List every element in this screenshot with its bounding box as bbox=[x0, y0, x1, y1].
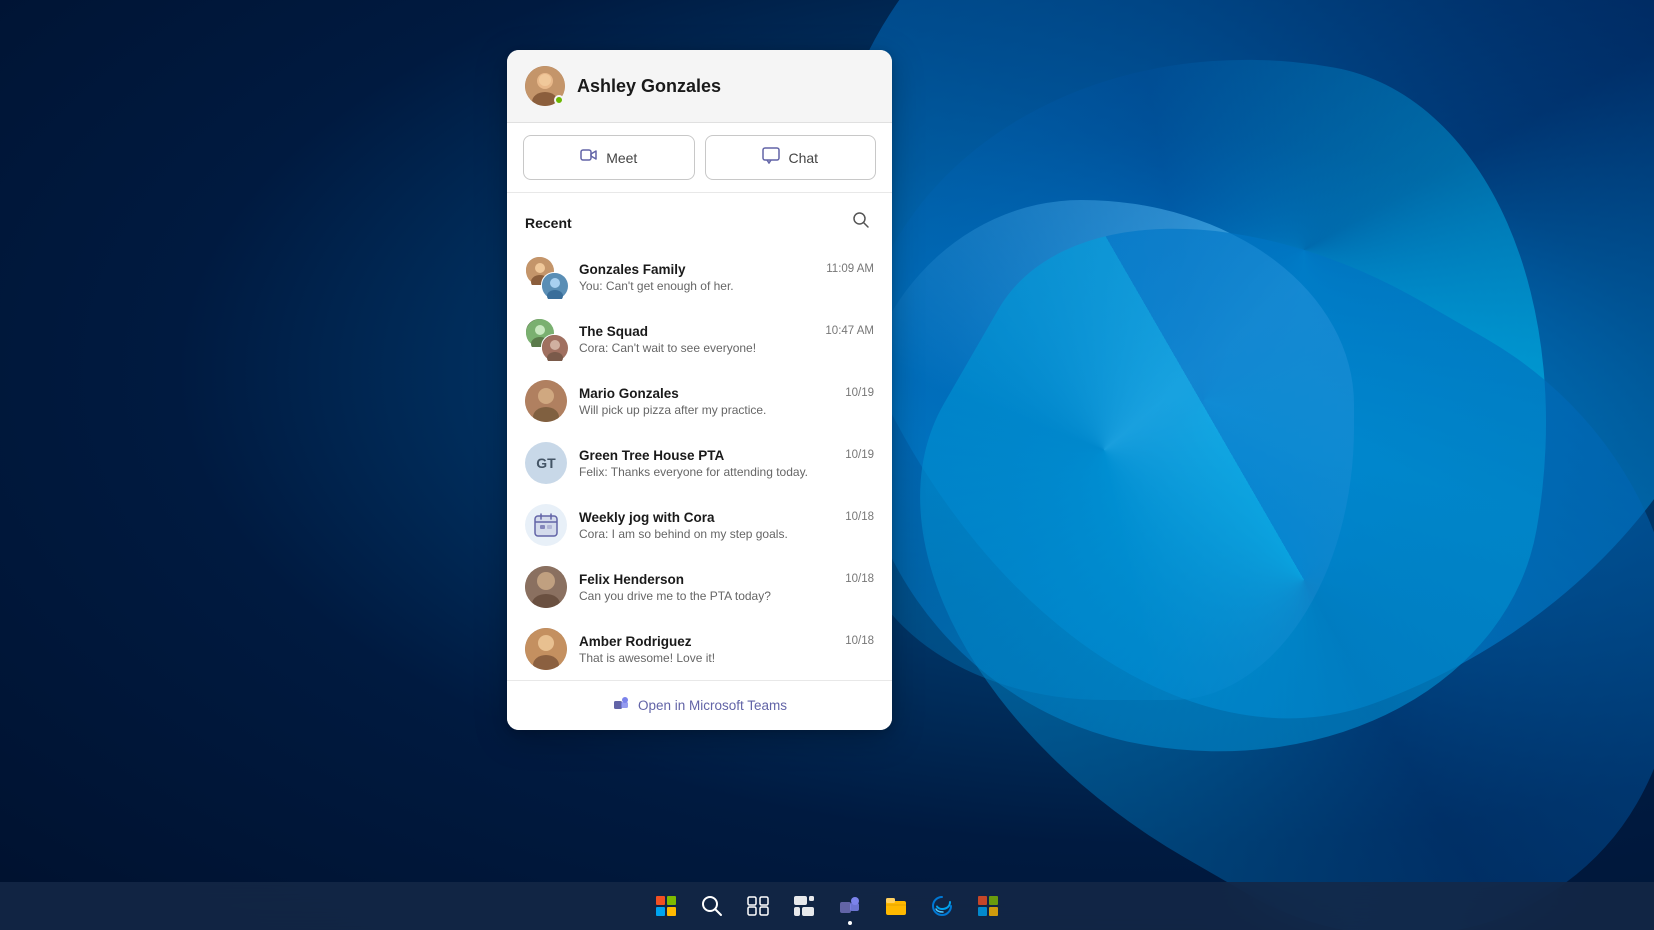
teams-logo-icon bbox=[612, 695, 630, 716]
calendar-avatar-jog bbox=[525, 504, 567, 546]
chat-time: 10/19 bbox=[845, 387, 874, 399]
group-avatar-the-squad bbox=[525, 318, 567, 360]
widgets-icon[interactable] bbox=[782, 884, 826, 928]
meet-button[interactable]: Meet bbox=[523, 135, 695, 180]
chat-content-pta: Green Tree House PTA 10/19 Felix: Thanks… bbox=[579, 448, 874, 479]
list-item[interactable]: Amber Rodriguez 10/18 That is awesome! L… bbox=[507, 618, 892, 680]
chat-content-felix: Felix Henderson 10/18 Can you drive me t… bbox=[579, 572, 874, 603]
teams-panel: Ashley Gonzales Meet Chat Rec bbox=[507, 50, 892, 730]
chat-label: Chat bbox=[788, 150, 818, 166]
chat-preview: Felix: Thanks everyone for attending tod… bbox=[579, 465, 874, 479]
chat-list: Gonzales Family 11:09 AM You: Can't get … bbox=[507, 246, 892, 680]
chat-time: 10:47 AM bbox=[825, 325, 874, 337]
chat-content-amber: Amber Rodriguez 10/18 That is awesome! L… bbox=[579, 634, 874, 665]
edge-icon[interactable] bbox=[920, 884, 964, 928]
search-taskbar-icon[interactable] bbox=[690, 884, 734, 928]
taskbar bbox=[0, 882, 1654, 930]
chat-time: 10/19 bbox=[845, 449, 874, 461]
chat-preview: Will pick up pizza after my practice. bbox=[579, 403, 874, 417]
list-item[interactable]: The Squad 10:47 AM Cora: Can't wait to s… bbox=[507, 308, 892, 370]
recent-header: Recent bbox=[507, 193, 892, 246]
person-avatar-mario bbox=[525, 380, 567, 422]
list-item[interactable]: Gonzales Family 11:09 AM You: Can't get … bbox=[507, 246, 892, 308]
chat-name: The Squad bbox=[579, 324, 648, 339]
person-avatar-amber bbox=[525, 628, 567, 670]
chat-name: Green Tree House PTA bbox=[579, 448, 724, 463]
chat-content-mario: Mario Gonzales 10/19 Will pick up pizza … bbox=[579, 386, 874, 417]
chat-icon bbox=[762, 146, 780, 169]
action-buttons-row: Meet Chat bbox=[507, 123, 892, 193]
chat-button[interactable]: Chat bbox=[705, 135, 877, 180]
list-item[interactable]: Felix Henderson 10/18 Can you drive me t… bbox=[507, 556, 892, 618]
taskview-icon[interactable] bbox=[736, 884, 780, 928]
group-avatar-pta: GT bbox=[525, 442, 567, 484]
chat-content-the-squad: The Squad 10:47 AM Cora: Can't wait to s… bbox=[579, 324, 874, 355]
teams-taskbar-icon[interactable] bbox=[828, 884, 872, 928]
panel-header: Ashley Gonzales bbox=[507, 50, 892, 123]
chat-time: 10/18 bbox=[845, 635, 874, 647]
chat-preview: Cora: Can't wait to see everyone! bbox=[579, 341, 874, 355]
meet-icon bbox=[580, 146, 598, 169]
chat-preview: You: Can't get enough of her. bbox=[579, 279, 874, 293]
start-icon[interactable] bbox=[644, 884, 688, 928]
open-teams-button[interactable]: Open in Microsoft Teams bbox=[525, 695, 874, 716]
file-explorer-icon[interactable] bbox=[874, 884, 918, 928]
search-recent-button[interactable] bbox=[848, 207, 874, 238]
chat-preview: Cora: I am so behind on my step goals. bbox=[579, 527, 874, 541]
taskbar-icons bbox=[644, 884, 1010, 928]
chat-time: 10/18 bbox=[845, 511, 874, 523]
group-avatar-gonzales-family bbox=[525, 256, 567, 298]
group-initials: GT bbox=[536, 455, 555, 471]
chat-content-gonzales-family: Gonzales Family 11:09 AM You: Can't get … bbox=[579, 262, 874, 293]
open-teams-label: Open in Microsoft Teams bbox=[638, 698, 787, 713]
chat-name: Weekly jog with Cora bbox=[579, 510, 715, 525]
list-item[interactable]: Mario Gonzales 10/19 Will pick up pizza … bbox=[507, 370, 892, 432]
chat-preview: Can you drive me to the PTA today? bbox=[579, 589, 874, 603]
recent-section: Recent bbox=[507, 193, 892, 680]
user-avatar-container bbox=[525, 66, 565, 106]
chat-content-jog: Weekly jog with Cora 10/18 Cora: I am so… bbox=[579, 510, 874, 541]
meet-label: Meet bbox=[606, 150, 637, 166]
list-item[interactable]: GT Green Tree House PTA 10/19 Felix: Tha… bbox=[507, 432, 892, 494]
chat-name: Amber Rodriguez bbox=[579, 634, 692, 649]
recent-title: Recent bbox=[525, 215, 572, 231]
chat-time: 10/18 bbox=[845, 573, 874, 585]
chat-time: 11:09 AM bbox=[826, 263, 874, 275]
person-avatar-felix bbox=[525, 566, 567, 608]
chat-preview: That is awesome! Love it! bbox=[579, 651, 874, 665]
store-icon[interactable] bbox=[966, 884, 1010, 928]
chat-name: Felix Henderson bbox=[579, 572, 684, 587]
chat-name: Gonzales Family bbox=[579, 262, 686, 277]
user-name: Ashley Gonzales bbox=[577, 76, 721, 97]
list-item[interactable]: Weekly jog with Cora 10/18 Cora: I am so… bbox=[507, 494, 892, 556]
status-indicator bbox=[554, 95, 564, 105]
chat-name: Mario Gonzales bbox=[579, 386, 679, 401]
panel-footer: Open in Microsoft Teams bbox=[507, 680, 892, 730]
